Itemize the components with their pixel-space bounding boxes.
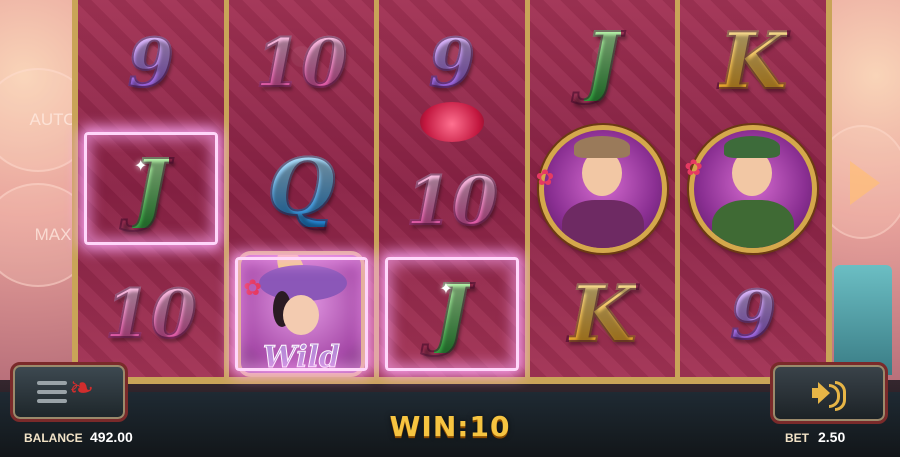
scenery-tower (834, 265, 892, 375)
hat-icon (724, 135, 781, 158)
sparkle-icon: ✦ (439, 281, 453, 299)
reel-4: J ✿ K (529, 0, 681, 378)
coat-shape (561, 199, 644, 248)
wild-symbol: ✿ Wild (237, 251, 366, 377)
rose-icon: ✿ (535, 164, 555, 190)
coat-shape (712, 199, 795, 248)
symbol-q: Q (266, 142, 336, 234)
reel-1-row-3: 10 (78, 251, 224, 377)
rose-icon (419, 101, 484, 142)
reel-5-row-1: K (680, 0, 826, 125)
reel-4-row-2: ✿ (530, 124, 676, 253)
symbol-9: 9 (127, 23, 175, 102)
reel-2-row-2: Q (229, 126, 375, 252)
win-amount: WIN:10 (389, 410, 511, 443)
reel-1-row-2: J ✦ (78, 126, 224, 252)
reel-4-row-1: J (530, 0, 676, 125)
reel-3: 9 10 J ✦ (379, 0, 530, 377)
reel-1-row-1: 9 (78, 0, 224, 126)
reel-1: 9 J ✦ 10 (78, 0, 229, 377)
symbol-k: K (718, 16, 788, 108)
reel-4-row-3: K (530, 253, 676, 378)
reel-3-row-3: J ✦ (379, 251, 525, 377)
reel-2-row-1: 10 (229, 0, 375, 126)
reel-frame: 9 J ✦ 10 10 Q ✿ Wild 9 10 J ✦ J ✿ K K ✿ … (72, 0, 832, 384)
rose-icon: ✿ (684, 154, 703, 180)
reel-5-row-2: ✿ (680, 124, 826, 253)
character-gentleman-green (689, 124, 818, 253)
reel-2-row-3: ✿ Wild (229, 251, 375, 377)
speaker-icon (812, 380, 846, 411)
symbol-9: 9 (729, 275, 777, 354)
symbol-k: K (568, 268, 638, 360)
lady-face-icon (283, 295, 320, 335)
symbol-j: J (583, 16, 622, 108)
character-gentleman-purple (538, 124, 667, 253)
bet-label: BET (785, 431, 809, 445)
reel-3-row-2: 10 (379, 101, 525, 252)
symbol-10: 10 (254, 23, 348, 102)
symbol-9: 9 (428, 23, 476, 102)
symbol-10: 10 (405, 161, 499, 240)
rose-icon: ✿ (243, 275, 262, 300)
symbol-10: 10 (104, 275, 198, 354)
play-arrow-icon (850, 161, 880, 205)
auto-label: AUTO (29, 110, 77, 129)
reel-5-row-3: 9 (680, 253, 826, 378)
sparkle-icon: ✦ (134, 157, 148, 175)
max-label: MAX (34, 225, 72, 244)
reel-2: 10 Q ✿ Wild (228, 0, 380, 377)
menu-icon (37, 381, 67, 408)
wild-label: Wild (262, 340, 340, 375)
reel-5: K ✿ 9 (680, 0, 826, 377)
hat-icon (573, 135, 630, 158)
bet-value: 2.50 (818, 429, 846, 445)
dragon-logo-icon: ❧ (69, 372, 95, 405)
